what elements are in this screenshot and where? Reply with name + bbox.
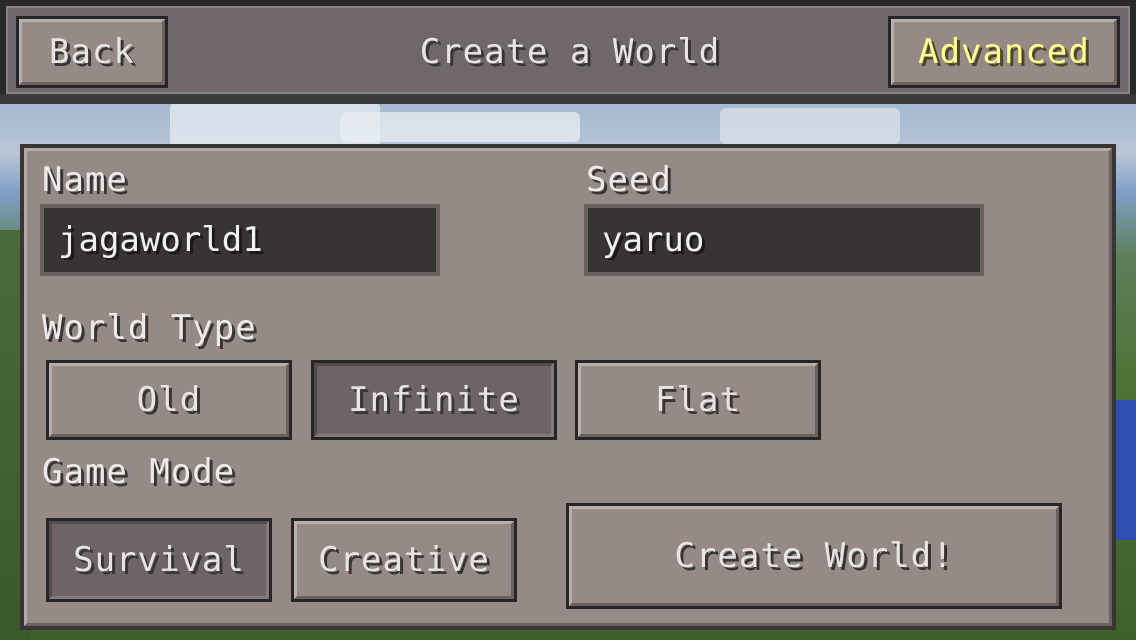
- name-label: Name: [42, 160, 128, 200]
- background-cloud: [720, 108, 900, 144]
- advanced-button[interactable]: Advanced: [888, 16, 1120, 88]
- world-type-flat-button[interactable]: Flat: [575, 360, 821, 440]
- game-mode-creative-button[interactable]: Creative: [291, 518, 517, 602]
- game-mode-label: Game Mode: [42, 452, 236, 492]
- world-name-input[interactable]: [40, 204, 440, 276]
- game-mode-creative-label: Creative: [318, 540, 490, 580]
- world-type-old-button[interactable]: Old: [46, 360, 292, 440]
- back-button-label: Back: [49, 32, 135, 72]
- create-world-button-label: Create World!: [674, 536, 954, 576]
- world-type-old-label: Old: [136, 380, 202, 420]
- world-type-label: World Type: [42, 308, 257, 348]
- world-type-flat-label: Flat: [655, 380, 741, 420]
- advanced-button-label: Advanced: [918, 32, 1090, 72]
- header-bar-shadow: [0, 94, 1136, 104]
- game-mode-survival-button[interactable]: Survival: [46, 518, 272, 602]
- back-button[interactable]: Back: [16, 16, 168, 88]
- seed-label: Seed: [586, 160, 672, 200]
- seed-input[interactable]: [584, 204, 984, 276]
- background-cloud: [340, 112, 580, 142]
- world-type-infinite-label: Infinite: [348, 380, 520, 420]
- create-world-button[interactable]: Create World!: [566, 503, 1062, 609]
- page-title: Create a World: [419, 32, 721, 72]
- header-bar: Back Create a World Advanced: [0, 0, 1136, 104]
- game-mode-survival-label: Survival: [73, 540, 245, 580]
- world-type-infinite-button[interactable]: Infinite: [311, 360, 557, 440]
